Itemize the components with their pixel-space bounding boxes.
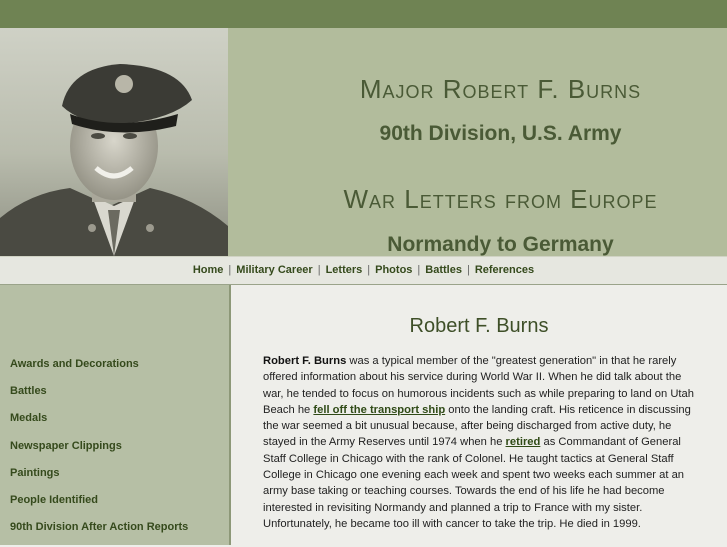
header-banner: Major Robert F. Burns 90th Division, U.S… bbox=[0, 28, 727, 256]
main-area: Awards and Decorations Battles Medals Ne… bbox=[0, 285, 727, 545]
article-heading: Robert F. Burns bbox=[409, 315, 549, 337]
nav-separator: | bbox=[317, 264, 321, 276]
lead-name: Robert F. Burns bbox=[263, 355, 347, 367]
portrait-photo bbox=[0, 28, 228, 256]
page-title: Major Robert F. Burns bbox=[359, 74, 642, 104]
sidebar-item-medals[interactable]: Medals bbox=[10, 411, 188, 438]
banner-titles: Major Robert F. Burns 90th Division, U.S… bbox=[228, 28, 727, 256]
nav-references[interactable]: References bbox=[475, 264, 534, 276]
transport-ship-link[interactable]: fell off the transport ship bbox=[313, 404, 445, 416]
content-area: Robert F. Burns Robert F. Burns was a ty… bbox=[231, 285, 727, 545]
nav-battles[interactable]: Battles bbox=[425, 264, 462, 276]
nav-separator: | bbox=[466, 264, 470, 276]
sidebar-menu: Awards and Decorations Battles Medals Ne… bbox=[10, 357, 188, 547]
sidebar-item-battles[interactable]: Battles bbox=[10, 384, 188, 411]
nav-photos[interactable]: Photos bbox=[375, 264, 412, 276]
nav-military-career[interactable]: Military Career bbox=[236, 264, 312, 276]
sidebar-item-people-identified[interactable]: People Identified bbox=[10, 493, 188, 520]
sidebar: Awards and Decorations Battles Medals Ne… bbox=[0, 285, 231, 545]
sidebar-item-newspaper-clippings[interactable]: Newspaper Clippings bbox=[10, 439, 188, 466]
body-text: as Commandant of General Staff College i… bbox=[263, 436, 685, 530]
nav-separator: | bbox=[417, 264, 421, 276]
nav-separator: | bbox=[367, 264, 371, 276]
nav-letters[interactable]: Letters bbox=[326, 264, 363, 276]
nav-separator: | bbox=[228, 264, 232, 276]
article-body: Robert F. Burns was a typical member of … bbox=[263, 353, 699, 532]
sidebar-item-awards[interactable]: Awards and Decorations bbox=[10, 357, 188, 384]
top-navigation: Home | Military Career | Letters | Photos | Batt… bbox=[0, 256, 727, 285]
retired-link[interactable]: retired bbox=[506, 436, 541, 448]
nav-home[interactable]: Home bbox=[193, 264, 224, 276]
route-subtitle: Normandy to Germany bbox=[387, 233, 614, 256]
top-bar bbox=[0, 0, 727, 28]
division-subtitle: 90th Division, U.S. Army bbox=[379, 122, 622, 145]
war-letters-title: War Letters from Europe bbox=[343, 184, 658, 214]
sidebar-item-paintings[interactable]: Paintings bbox=[10, 466, 188, 493]
sidebar-item-after-action-reports[interactable]: 90th Division After Action Reports bbox=[10, 520, 188, 547]
